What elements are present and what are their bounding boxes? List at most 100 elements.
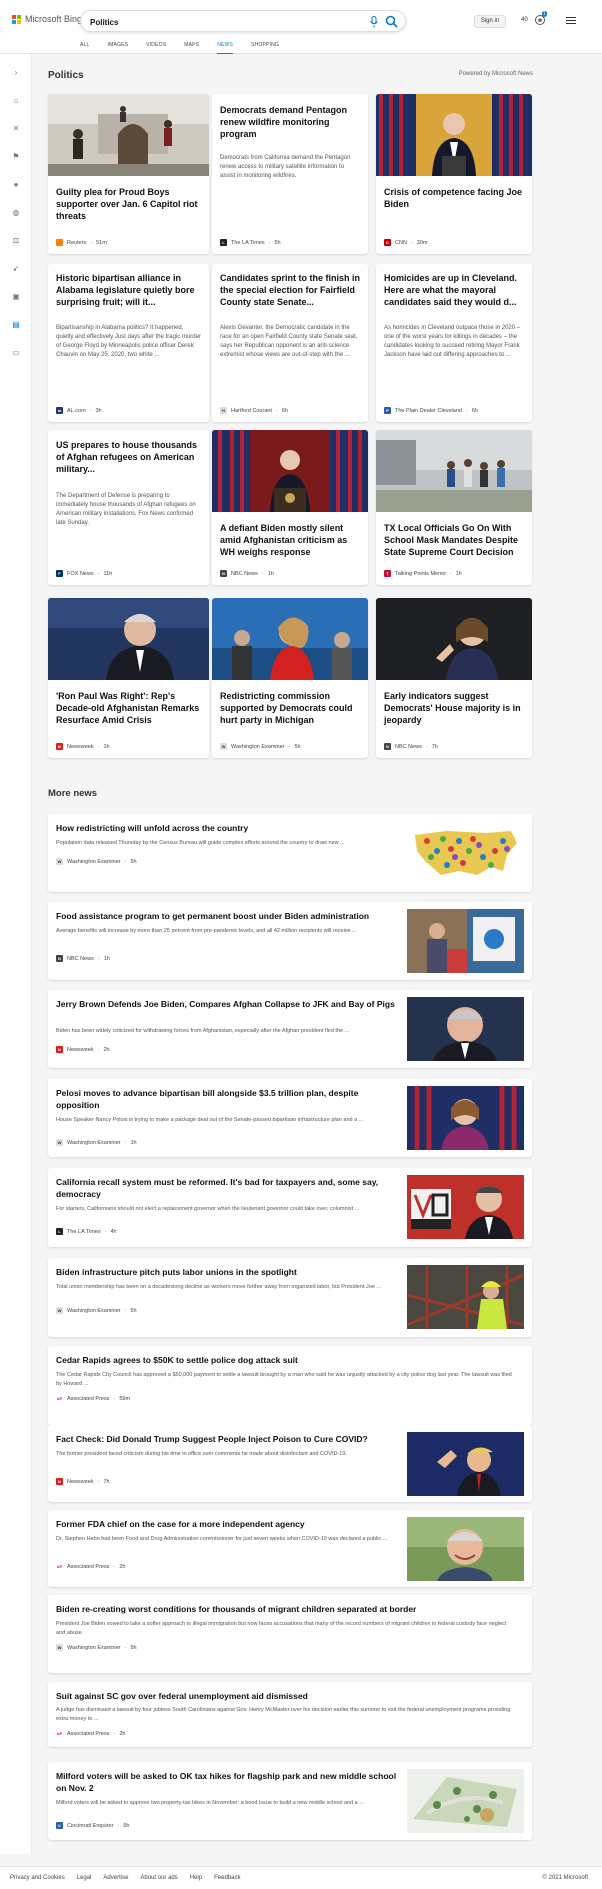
news-card[interactable]: A defiant Biden mostly silent amid Afgha… <box>212 430 368 585</box>
la-times-logo-icon: L <box>220 239 227 246</box>
card-headline[interactable]: Homicides are up in Cleveland. Here are … <box>384 272 524 308</box>
item-headline[interactable]: Food assistance program to get permanent… <box>56 911 401 923</box>
footer-link-legal[interactable]: Legal <box>77 1875 92 1881</box>
tab-news[interactable]: NEWS <box>217 42 234 54</box>
explore-icon[interactable]: ✕ <box>11 124 21 134</box>
search-box[interactable] <box>80 10 406 32</box>
more-news-item[interactable]: Jerry Brown Defends Joe Biden, Compares … <box>48 990 532 1068</box>
item-headline[interactable]: Cedar Rapids agrees to $50K to settle po… <box>56 1355 516 1367</box>
footer-link-about-ads[interactable]: About our ads <box>140 1875 177 1881</box>
rewards-points[interactable]: 40 <box>521 17 528 23</box>
item-headline[interactable]: California recall system must be reforme… <box>56 1177 401 1200</box>
item-headline[interactable]: Fact Check: Did Donald Trump Suggest Peo… <box>56 1434 401 1446</box>
money-icon[interactable]: ▭ <box>11 348 21 358</box>
tab-images[interactable]: IMAGES <box>108 42 129 54</box>
news-card[interactable]: Crisis of competence facing Joe Biden C … <box>376 94 532 254</box>
rewards-badge: 1 <box>542 11 547 17</box>
item-headline[interactable]: Former FDA chief on the case for a more … <box>56 1519 401 1531</box>
tab-maps[interactable]: MAPS <box>184 42 199 54</box>
more-news-item[interactable]: Food assistance program to get permanent… <box>48 902 532 980</box>
capitol-riot-photo <box>48 94 209 176</box>
news-card[interactable]: Candidates sprint to the finish in the s… <box>212 264 368 422</box>
more-news-item[interactable]: Suit against SC gov over federal unemplo… <box>48 1682 532 1747</box>
card-headline[interactable]: Crisis of competence facing Joe Biden <box>384 186 524 210</box>
news-card[interactable]: Homicides are up in Cleveland. Here are … <box>376 264 532 422</box>
item-headline[interactable]: Milford voters will be asked to OK tax h… <box>56 1771 401 1794</box>
cincinnati-enquirer-logo-icon: C <box>56 1822 63 1829</box>
card-abstract: Democrats from California demand the Pen… <box>220 155 351 179</box>
newsweek-logo-icon: N <box>56 1046 63 1053</box>
tab-all[interactable]: ALL <box>80 42 90 54</box>
more-news-item[interactable]: Biden infrastructure pitch puts labor un… <box>48 1258 532 1337</box>
tab-shopping[interactable]: SHOPPING <box>251 42 279 54</box>
card-source: H Hartford Courant · 6h <box>220 407 288 414</box>
powered-by-label: Powered by Microsoft News <box>458 71 533 77</box>
us-map-photo <box>407 821 524 885</box>
news-card[interactable]: US prepares to house thousands of Afghan… <box>48 430 209 585</box>
reuters-logo-icon <box>56 239 63 246</box>
item-headline[interactable]: Biden re-creating worst conditions for t… <box>56 1604 516 1616</box>
chevron-right-icon[interactable]: › <box>11 68 21 78</box>
sign-in-button[interactable]: Sign in <box>474 15 506 28</box>
hahn-photo <box>407 1517 524 1581</box>
tab-videos[interactable]: VIDEOS <box>146 42 166 54</box>
microphone-icon[interactable] <box>369 16 379 28</box>
card-headline[interactable]: US prepares to house thousands of Afghan… <box>56 439 201 475</box>
item-headline[interactable]: Suit against SC gov over federal unemplo… <box>56 1691 516 1703</box>
rocket-icon[interactable]: ➹ <box>11 264 21 274</box>
associated-press-logo-icon: AP <box>56 1563 63 1570</box>
card-source: al AL.com · 3h <box>56 407 102 414</box>
item-headline[interactable]: Jerry Brown Defends Joe Biden, Compares … <box>56 999 401 1011</box>
more-news-item[interactable]: Former FDA chief on the case for a more … <box>48 1510 532 1587</box>
more-news-item[interactable]: Biden re-creating worst conditions for t… <box>48 1595 532 1673</box>
news-card[interactable]: Redistricting commission supported by De… <box>212 598 368 758</box>
hamburger-menu-icon[interactable] <box>566 17 576 25</box>
card-headline[interactable]: Early indicators suggest Democrats' Hous… <box>384 690 524 726</box>
school-kids-photo <box>376 430 532 512</box>
item-headline[interactable]: Biden infrastructure pitch puts labor un… <box>56 1267 401 1279</box>
card-headline[interactable]: Historic bipartisan alliance in Alabama … <box>56 272 201 308</box>
more-news-item[interactable]: Fact Check: Did Donald Trump Suggest Peo… <box>48 1425 532 1502</box>
item-source: W Washington Examiner · 5h <box>56 1644 137 1651</box>
flag-icon[interactable]: ⚑ <box>11 152 21 162</box>
home-icon[interactable]: ⌂ <box>11 96 21 106</box>
more-news-item[interactable]: California recall system must be reforme… <box>48 1168 532 1247</box>
news-card[interactable]: Democrats demand Pentagon renew wildfire… <box>212 94 368 254</box>
bing-logo[interactable]: Microsoft Bing <box>12 14 82 24</box>
item-headline[interactable]: Pelosi moves to advance bipartisan bill … <box>56 1088 401 1111</box>
footer-link-feedback[interactable]: Feedback <box>214 1875 240 1881</box>
globe-icon[interactable]: ◍ <box>11 208 21 218</box>
movie-icon[interactable]: ▣ <box>11 292 21 302</box>
news-card[interactable]: Guilty plea for Proud Boys supporter ove… <box>48 94 209 254</box>
item-source: W Washington Examiner · 5h <box>56 858 137 865</box>
card-headline[interactable]: TX Local Officials Go On With School Mas… <box>384 522 524 558</box>
news-card[interactable]: TX Local Officials Go On With School Mas… <box>376 430 532 585</box>
card-headline[interactable]: Redistricting commission supported by De… <box>220 690 360 726</box>
news-card[interactable]: Historic bipartisan alliance in Alabama … <box>48 264 209 422</box>
search-input[interactable] <box>90 15 340 29</box>
politics-icon[interactable]: ▤ <box>11 320 21 330</box>
news-card[interactable]: 'Ron Paul Was Right': Rep's Decade-old A… <box>48 598 209 758</box>
card-headline[interactable]: Candidates sprint to the finish in the s… <box>220 272 360 308</box>
footer-link-privacy[interactable]: Privacy and Cookies <box>10 1875 65 1881</box>
card-source: F FOX News · 11h <box>56 570 112 577</box>
news-card[interactable]: Early indicators suggest Democrats' Hous… <box>376 598 532 758</box>
footer-link-help[interactable]: Help <box>190 1875 202 1881</box>
more-news-item[interactable]: Milford voters will be asked to OK tax h… <box>48 1762 532 1840</box>
card-source: N NBC News · 1h <box>220 570 274 577</box>
search-icon[interactable] <box>385 15 398 28</box>
more-news-item[interactable]: Cedar Rapids agrees to $50K to settle po… <box>48 1346 532 1425</box>
item-headline[interactable]: How redistricting will unfold across the… <box>56 823 401 835</box>
more-news-item[interactable]: Pelosi moves to advance bipartisan bill … <box>48 1079 532 1157</box>
card-headline[interactable]: Democrats demand Pentagon renew wildfire… <box>220 104 360 140</box>
card-headline[interactable]: 'Ron Paul Was Right': Rep's Decade-old A… <box>56 690 201 726</box>
footer-link-advertise[interactable]: Advertise <box>103 1875 128 1881</box>
location-icon[interactable]: ● <box>11 180 21 190</box>
item-abstract: Population data released Thursday by the… <box>56 840 345 846</box>
talking-points-memo-logo-icon: T <box>384 570 391 577</box>
card-headline[interactable]: A defiant Biden mostly silent amid Afgha… <box>220 522 360 558</box>
scale-icon[interactable]: ⚖ <box>11 236 21 246</box>
card-headline[interactable]: Guilty plea for Proud Boys supporter ove… <box>56 186 201 222</box>
more-news-item[interactable]: How redistricting will unfold across the… <box>48 814 532 892</box>
washington-examiner-logo-icon: W <box>56 1307 63 1314</box>
